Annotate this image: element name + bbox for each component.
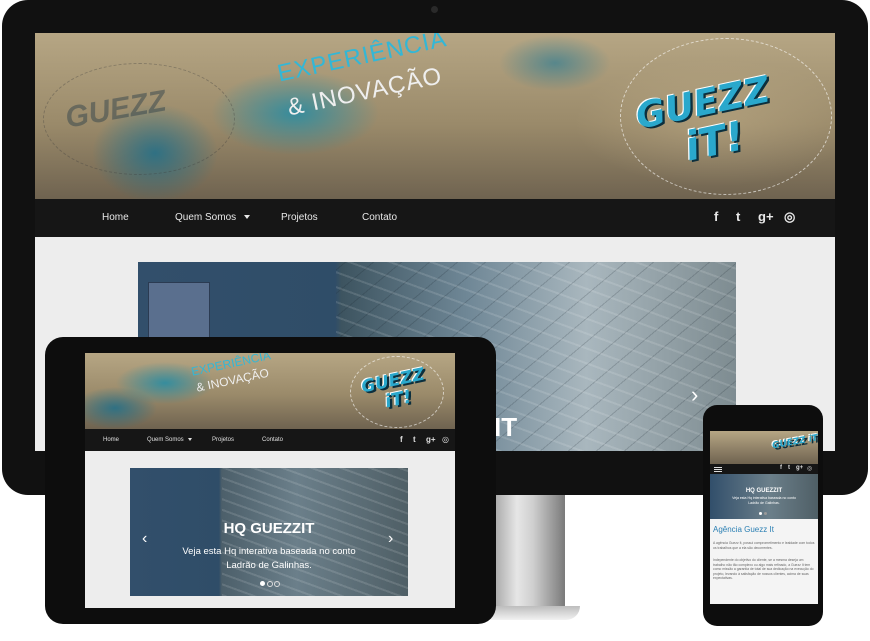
tablet-header-banner: EXPERIÊNCIA & INOVAÇÃO GUEZZ iT! bbox=[85, 353, 455, 429]
tablet-dribbble-icon[interactable]: ◎ bbox=[442, 435, 449, 444]
slider-next-arrow-icon[interactable]: › bbox=[691, 382, 698, 408]
dribbble-icon[interactable]: ◎ bbox=[784, 209, 795, 225]
phone-slider-dot[interactable] bbox=[764, 512, 767, 515]
tablet-slider-caption-line1: Veja esta Hq interativa baseada no conto bbox=[182, 546, 356, 557]
phone-header-banner: GUEZZ iT! bbox=[710, 431, 818, 464]
tablet-nav-projetos[interactable]: Projetos bbox=[212, 429, 234, 451]
phone-paragraph-1: A agência Guezz It, possui comprometimen… bbox=[713, 541, 815, 550]
tablet-facebook-icon[interactable]: f bbox=[400, 435, 403, 444]
nav-projetos[interactable]: Projetos bbox=[281, 199, 318, 237]
tablet-nav-contato[interactable]: Contato bbox=[262, 429, 283, 451]
phone-section-heading: Agência Guezz It bbox=[713, 525, 774, 534]
phone-slider-caption-line2: Ladrão de Galinhas. bbox=[748, 501, 780, 505]
desktop-nav-bar: Home Quem Somos Projetos Contato f t g+ … bbox=[35, 199, 835, 237]
tablet-slider-dot[interactable] bbox=[274, 581, 280, 587]
monitor-stand bbox=[485, 495, 565, 613]
facebook-icon[interactable]: f bbox=[714, 209, 718, 224]
tablet-slider-caption-line2: Ladrão de Galinhas. bbox=[226, 560, 312, 571]
tablet-slider-dot[interactable] bbox=[267, 581, 273, 587]
desktop-header-banner: GUEZZ EXPERIÊNCIA & INOVAÇÃO GUEZZ iT! bbox=[35, 33, 835, 199]
nav-contato[interactable]: Contato bbox=[362, 199, 397, 237]
tablet-slider-title: HQ GUEZZIT bbox=[223, 520, 315, 537]
slider-caption-fragment: IT bbox=[494, 412, 518, 442]
phone-slider-title: HQ GUEZZIT bbox=[745, 488, 783, 494]
nav-home[interactable]: Home bbox=[102, 199, 129, 237]
tablet-nav-bar: Home Quem Somos Projetos Contato f t g+ … bbox=[85, 429, 455, 451]
phone-screen: GUEZZ iT! f t g+ ◎ HQ GUEZZIT Veja esta … bbox=[710, 431, 818, 604]
tablet-nav-quem-somos-label: Quem Somos bbox=[147, 437, 184, 443]
nav-quem-somos-label: Quem Somos bbox=[175, 212, 237, 223]
phone-slider-dot-active[interactable] bbox=[759, 512, 762, 515]
webcam-dot bbox=[431, 6, 438, 13]
google-plus-icon[interactable]: g+ bbox=[758, 209, 774, 224]
phone-dribbble-icon[interactable]: ◎ bbox=[807, 465, 812, 472]
tablet-slider-dot-active[interactable] bbox=[260, 581, 265, 586]
phone-paragraph-2: Independente do objetivo do cliente, se … bbox=[713, 558, 814, 581]
phone-twitter-icon[interactable]: t bbox=[788, 465, 790, 471]
tablet-image-slider[interactable]: ‹ › HQ GUEZZIT Veja esta Hq interativa b… bbox=[130, 468, 408, 596]
phone-nav-bar: f t g+ ◎ bbox=[710, 464, 818, 474]
tablet-google-plus-icon[interactable]: g+ bbox=[426, 435, 436, 444]
tablet-caret-down-icon bbox=[188, 437, 193, 441]
phone-facebook-icon[interactable]: f bbox=[780, 465, 782, 471]
phone-google-plus-icon[interactable]: g+ bbox=[796, 465, 803, 471]
tablet-nav-home[interactable]: Home bbox=[103, 429, 119, 451]
tablet-nav-quem-somos[interactable]: Quem Somos bbox=[147, 429, 193, 451]
phone-logo[interactable]: GUEZZ iT! bbox=[772, 433, 818, 452]
phone-image-slider[interactable]: HQ GUEZZIT Veja esta Hq interativa basea… bbox=[710, 474, 818, 519]
caret-down-icon bbox=[243, 215, 250, 220]
hamburger-menu-icon[interactable] bbox=[714, 467, 722, 468]
twitter-icon[interactable]: t bbox=[736, 209, 740, 224]
nav-quem-somos[interactable]: Quem Somos bbox=[175, 199, 250, 237]
tablet-screen: EXPERIÊNCIA & INOVAÇÃO GUEZZ iT! Home Qu… bbox=[85, 353, 455, 608]
phone-slider-caption-line1: Veja esta Hq interativa baseada no conto bbox=[732, 496, 796, 500]
tablet-twitter-icon[interactable]: t bbox=[413, 435, 416, 444]
